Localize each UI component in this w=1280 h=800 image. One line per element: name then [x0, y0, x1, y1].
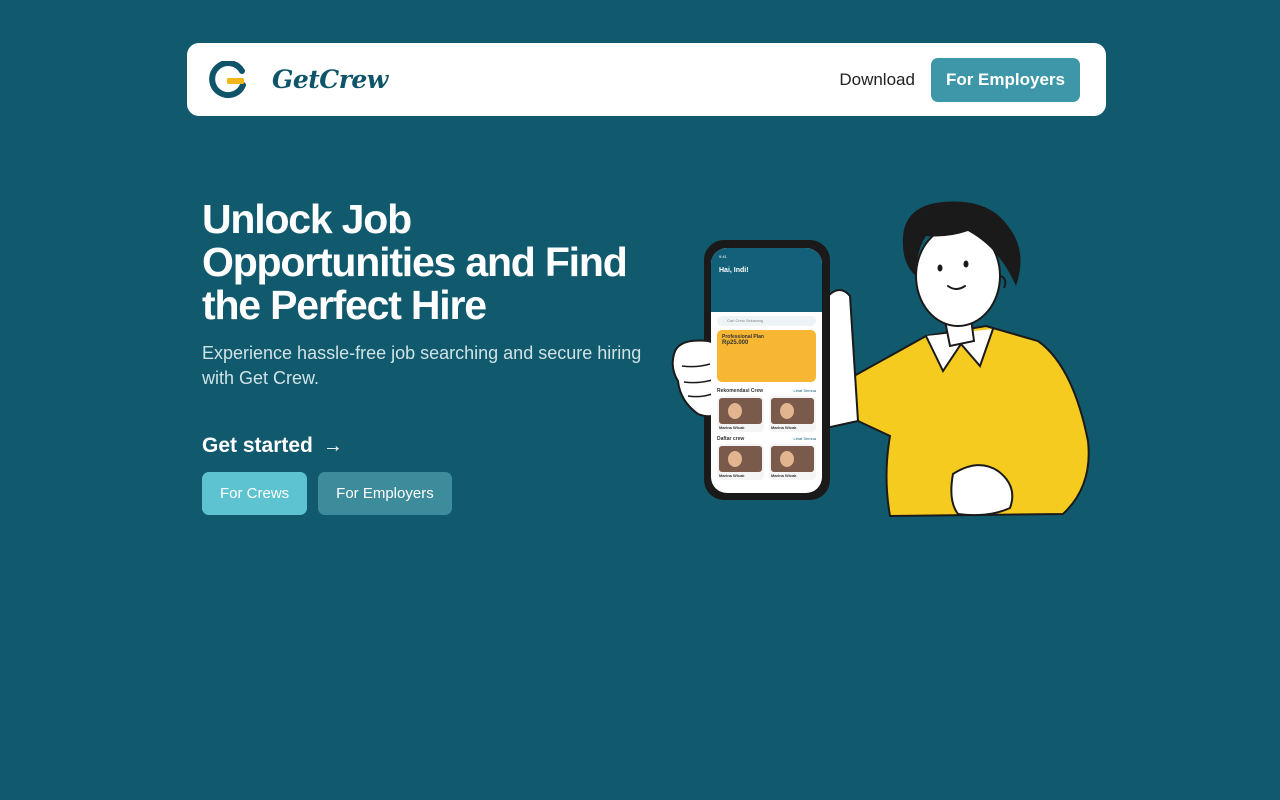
brand-wordmark[interactable]: GetCrew [272, 65, 388, 94]
phone-search-input: Cari Crew Sekarang [717, 316, 816, 326]
phone-crew-cards: Marina Wicak Marina Wicak [711, 444, 822, 480]
phone-crew-cards: Marina Wicak Marina Wicak [711, 396, 822, 432]
getcrew-logo-icon[interactable] [209, 60, 247, 99]
download-link[interactable]: Download [839, 70, 915, 90]
crew-photo [771, 446, 814, 472]
hero-section: Unlock Job Opportunities and Find the Pe… [202, 198, 642, 515]
get-started-link[interactable]: Get started → [202, 434, 642, 458]
phone-section-header: Rekomendasi Crew Lihat Semua [711, 384, 822, 396]
phone-promo-card: Professional Plan Rp25.000 [717, 330, 816, 382]
crew-photo [719, 446, 762, 472]
get-started-label: Get started [202, 434, 313, 457]
see-all-link: Lihat Semua [793, 388, 816, 393]
crew-photo [719, 398, 762, 424]
phone-app-screen: 9:41 Hai, Indi! Cari Crew Sekarang Profe… [711, 248, 822, 493]
for-crews-button[interactable]: For Crews [202, 472, 308, 515]
crew-name: Marina Wicak [719, 473, 745, 478]
status-bar: 9:41 [719, 254, 727, 259]
crew-card: Marina Wicak [769, 444, 816, 480]
crew-name: Marina Wicak [719, 425, 745, 430]
crew-card: Marina Wicak [717, 396, 764, 432]
cta-row: For Crews For Employers [202, 472, 642, 515]
see-all-link: Lihat Semua [793, 436, 816, 441]
hero-title: Unlock Job Opportunities and Find the Pe… [202, 196, 628, 328]
for-employers-button[interactable]: For Employers [318, 472, 452, 515]
for-employers-nav-button[interactable]: For Employers [930, 57, 1080, 102]
crew-photo [771, 398, 814, 424]
section-title: Rekomendasi Crew [717, 388, 764, 394]
crew-card: Marina Wicak [717, 444, 764, 480]
crew-name: Marina Wicak [771, 425, 797, 430]
arrow-right-icon: → [322, 434, 343, 457]
promo-price: Rp25.000 [722, 340, 749, 346]
crew-card: Marina Wicak [769, 396, 816, 432]
top-navbar: GetCrew Download For Employers [187, 43, 1106, 116]
phone-header: 9:41 Hai, Indi! [711, 248, 822, 312]
hero-subtitle: Experience hassle-free job searching and… [202, 343, 642, 388]
crew-name: Marina Wicak [771, 473, 797, 478]
phone-section-header: Daftar crew Lihat Semua [711, 432, 822, 444]
section-title: Daftar crew [717, 436, 745, 442]
phone-greeting: Hai, Indi! [719, 267, 749, 274]
